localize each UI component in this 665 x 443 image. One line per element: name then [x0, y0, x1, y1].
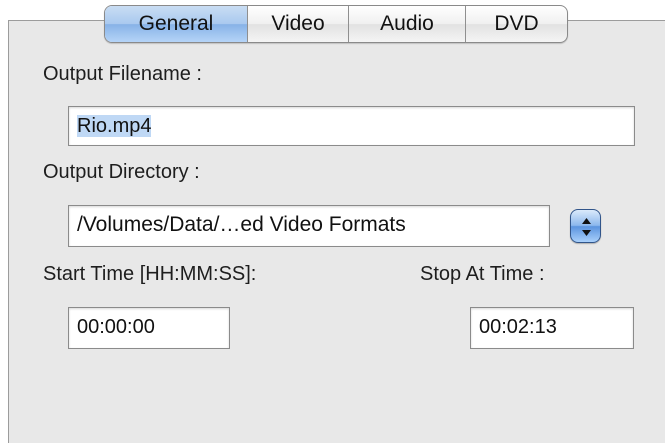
start-time-field[interactable]: 00:00:00 [68, 307, 230, 349]
output-directory-field[interactable]: /Volumes/Data/…ed Video Formats [68, 205, 550, 247]
stop-time-label: Stop At Time : [420, 263, 545, 285]
output-filename-value: Rio.mp4 [77, 115, 152, 137]
tab-video[interactable]: Video [248, 6, 349, 42]
output-filename-label: Output Filename : [43, 63, 202, 85]
stop-time-field[interactable]: 00:02:13 [470, 307, 634, 349]
up-down-stepper-icon [582, 218, 591, 236]
settings-tab-bar: General Video Audio DVD [104, 5, 568, 43]
converter-settings-window: General Video Audio DVD Output Filename … [0, 0, 665, 443]
tab-general[interactable]: General [105, 6, 248, 42]
start-time-label: Start Time [HH:MM:SS]: [43, 263, 257, 285]
output-filename-field[interactable]: Rio.mp4 [68, 106, 635, 146]
tab-dvd[interactable]: DVD [466, 6, 567, 42]
tab-audio[interactable]: Audio [349, 6, 466, 42]
directory-stepper[interactable] [570, 209, 601, 243]
output-directory-label: Output Directory : [43, 161, 200, 183]
